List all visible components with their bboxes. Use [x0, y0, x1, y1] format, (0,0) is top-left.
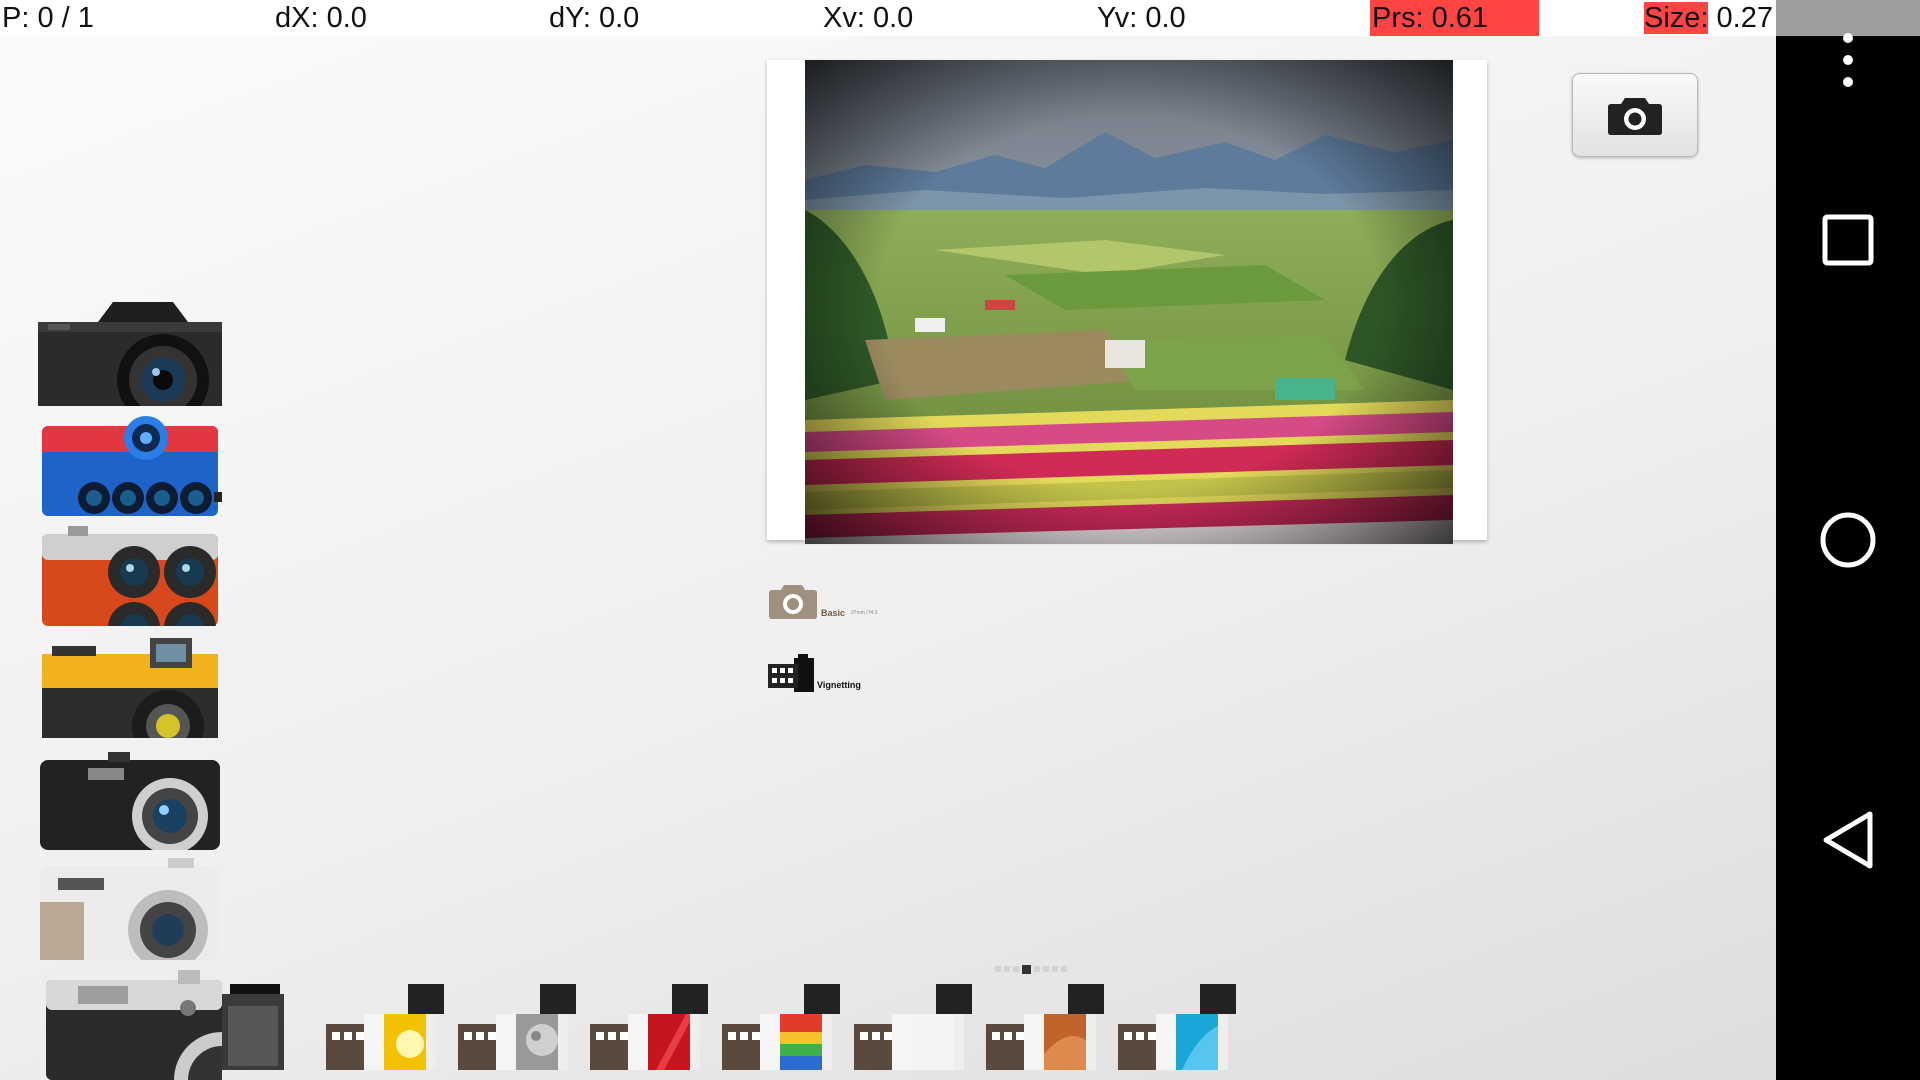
size-readout: Size: 0.27 [1644, 0, 1773, 36]
velocity-y: Yv: 0.0 [1097, 2, 1186, 34]
back-button[interactable] [1798, 790, 1898, 890]
overflow-menu-button[interactable] [1798, 10, 1898, 110]
page-dot [995, 966, 1001, 972]
pointer-count: P: 0 / 1 [2, 2, 94, 34]
film-canister-icon [590, 984, 708, 1070]
camera-item-black-dslr[interactable] [38, 302, 222, 406]
shutter-button[interactable] [1572, 73, 1698, 157]
film-canister-icon [768, 654, 814, 692]
home-icon [1820, 512, 1876, 568]
page-dot [1022, 965, 1031, 974]
landscape-photo-image [805, 60, 1453, 544]
page-dot [1061, 966, 1067, 972]
camera-icon [769, 585, 817, 619]
camera-item-yellow-retro[interactable] [38, 634, 222, 738]
delta-x: dX: 0.0 [275, 2, 367, 34]
film-name-label: Vignetting [817, 680, 861, 690]
film-canister-icon [1118, 984, 1236, 1070]
film-item-plain[interactable] [854, 984, 982, 1070]
camera-item-silver-rangefinder[interactable] [38, 970, 222, 1080]
white-compact-camera-icon [40, 858, 220, 960]
recent-apps-button[interactable] [1798, 190, 1898, 290]
home-button[interactable] [1798, 490, 1898, 590]
blue-multi-lens-camera-icon [42, 416, 222, 516]
page-dot [1034, 966, 1040, 972]
camera-item-blue-multi-lens[interactable] [38, 412, 222, 516]
film-canister-icon [986, 984, 1104, 1070]
overflow-menu-icon [1843, 33, 1853, 87]
navigation-bar [1776, 0, 1920, 1080]
preview-photo[interactable] [805, 60, 1453, 544]
photo-preview-frame [767, 60, 1487, 544]
film-canister-icon [458, 984, 576, 1070]
debug-status-bar: P: 0 / 1 dX: 0.0 dY: 0.0 Xv: 0.0 Yv: 0.0… [0, 0, 1776, 36]
film-item-moon[interactable] [458, 984, 586, 1070]
black-dslr-camera-icon [38, 302, 222, 406]
page-dot [1043, 966, 1049, 972]
black-compact-camera-icon [40, 752, 220, 850]
page-dot [1013, 966, 1019, 972]
film-canister-icon [854, 984, 972, 1070]
camera-spec-label: 37mm / f4.3 [851, 610, 878, 616]
film-item-copper[interactable] [986, 984, 1114, 1070]
delta-y: dY: 0.0 [549, 2, 640, 34]
yellow-retro-camera-icon [42, 638, 218, 738]
pressure: Prs: 0.61 [1370, 0, 1539, 36]
recent-apps-icon [1822, 214, 1874, 266]
film-info-row: Vignetting [768, 654, 861, 692]
camera-item-black-compact[interactable] [38, 746, 222, 850]
film-item-cyan[interactable] [1118, 984, 1246, 1070]
film-page-indicator [995, 965, 1067, 974]
camera-info-row: Basic 37mm / f4.3 [768, 582, 877, 620]
velocity-x: Xv: 0.0 [823, 2, 914, 34]
film-canister-icon [722, 984, 840, 1070]
size-label: Size: [1644, 2, 1709, 34]
page-dot [1004, 966, 1010, 972]
film-item-rainbow[interactable] [722, 984, 850, 1070]
orange-quad-lens-camera-icon [42, 526, 218, 626]
size-value: 0.27 [1708, 2, 1773, 34]
camera-icon [1608, 98, 1662, 135]
film-item-red[interactable] [590, 984, 718, 1070]
camera-name-label: Basic [821, 608, 846, 618]
silver-rangefinder-camera-icon [46, 970, 222, 1080]
page-dot [1052, 966, 1058, 972]
camera-item-orange-quad-lens[interactable] [38, 522, 222, 626]
back-icon [1823, 811, 1873, 869]
film-item-sunburst[interactable] [326, 984, 454, 1070]
camera-item-white-compact[interactable] [38, 856, 222, 960]
film-canister-icon [326, 984, 444, 1070]
